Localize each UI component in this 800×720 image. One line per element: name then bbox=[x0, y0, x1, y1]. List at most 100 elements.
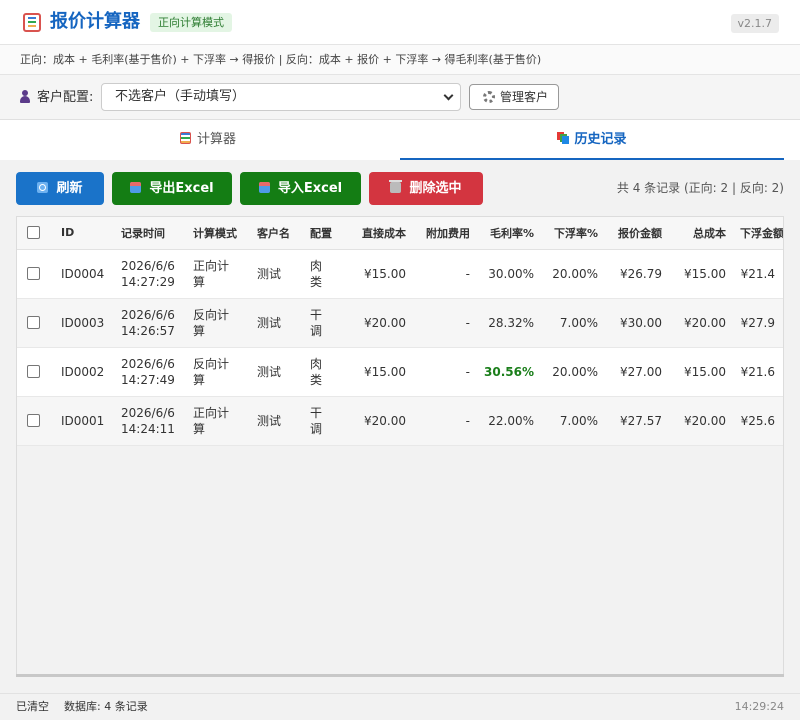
column-header[interactable]: 附加费用 bbox=[416, 217, 480, 250]
row-select-cell bbox=[17, 298, 57, 347]
cell-config-text: 干调 bbox=[310, 307, 323, 338]
chevron-down-icon bbox=[443, 90, 454, 101]
column-header[interactable]: 下浮率% bbox=[544, 217, 608, 250]
import-excel-button[interactable]: 导入Excel bbox=[240, 172, 361, 205]
export-label: 导出Excel bbox=[149, 181, 214, 196]
cell-time: 2026/6/6 14:27:49 bbox=[117, 347, 189, 396]
row-checkbox[interactable] bbox=[27, 365, 40, 378]
cell-config: 肉类 bbox=[306, 347, 348, 396]
column-header[interactable]: 配置 bbox=[306, 217, 348, 250]
version-badge: v2.1.7 bbox=[730, 14, 779, 33]
cell-id: ID0002 bbox=[61, 364, 105, 379]
cell-config-text: 肉类 bbox=[310, 258, 323, 289]
customer-select-value: 不选客户（手动填写） bbox=[115, 89, 246, 104]
status-message: 已清空 bbox=[16, 700, 49, 713]
cell-date: 2026/6/6 bbox=[121, 258, 175, 273]
cell-date: 2026/6/6 bbox=[121, 356, 175, 371]
calculator-icon bbox=[23, 13, 41, 32]
cell-discount-amount: ¥25.6 bbox=[740, 413, 775, 428]
column-header[interactable]: 下浮金额 bbox=[736, 217, 783, 250]
cell-extra: - bbox=[465, 266, 470, 281]
status-clock: 14:29:24 bbox=[734, 700, 784, 713]
cell-config: 干调 bbox=[306, 298, 348, 347]
column-header[interactable]: 客户名 bbox=[253, 217, 306, 250]
export-icon bbox=[130, 182, 142, 193]
cell-direct-cost: ¥15.00 bbox=[364, 364, 406, 379]
refresh-button[interactable]: 刷新 bbox=[16, 172, 104, 205]
cell-id: ID0001 bbox=[61, 413, 105, 428]
horizontal-scrollbar[interactable] bbox=[16, 674, 784, 677]
column-header[interactable]: 毛利率% bbox=[480, 217, 544, 250]
cell-quote: ¥27.57 bbox=[620, 413, 662, 428]
cell-quote: ¥27.00 bbox=[620, 364, 662, 379]
calculator-icon bbox=[179, 132, 191, 144]
user-icon bbox=[19, 90, 31, 104]
table-row[interactable]: ID0002 2026/6/6 14:27:49 反向计算 测试 肉类 ¥15.0… bbox=[17, 347, 783, 396]
column-header[interactable]: 总成本 bbox=[672, 217, 736, 250]
cell-extra: - bbox=[465, 413, 470, 428]
delete-selected-button[interactable]: 删除选中 bbox=[369, 172, 483, 205]
cell-config-text: 干调 bbox=[310, 405, 323, 436]
cell-margin: 30.56% bbox=[484, 364, 534, 379]
cell-direct-cost: ¥15.00 bbox=[364, 266, 406, 281]
cell-extra: - bbox=[465, 364, 470, 379]
cell-mode: 反向计算 bbox=[189, 347, 253, 396]
select-all-cell bbox=[17, 217, 57, 250]
history-toolbar: 刷新 导出Excel 导入Excel 删除选中 共 4 条记录 (正向: 2 |… bbox=[0, 160, 800, 216]
cell-discount: 20.00% bbox=[552, 364, 598, 379]
cell-customer: 测试 bbox=[257, 413, 282, 428]
column-header[interactable]: 直接成本 bbox=[348, 217, 416, 250]
column-header[interactable]: 计算模式 bbox=[189, 217, 253, 250]
delete-label: 删除选中 bbox=[409, 181, 462, 196]
cell-mode-text: 反向计算 bbox=[193, 307, 230, 338]
cell-config-text: 肉类 bbox=[310, 356, 323, 387]
cell-quote: ¥26.79 bbox=[620, 266, 662, 281]
cell-mode-text: 正向计算 bbox=[193, 405, 230, 436]
column-header[interactable]: 记录时间 bbox=[117, 217, 189, 250]
record-summary: 共 4 条记录 (正向: 2 | 反向: 2) bbox=[616, 181, 784, 195]
select-all-checkbox[interactable] bbox=[27, 226, 40, 240]
customer-bar: 客户配置: 不选客户（手动填写） 管理客户 bbox=[0, 75, 800, 120]
table-header-row: ID 记录时间 计算模式 客户名 配置 直接成本 附加费用 毛利率% 下浮率% … bbox=[17, 217, 783, 250]
cell-id: ID0004 bbox=[61, 266, 105, 281]
row-select-cell bbox=[17, 347, 57, 396]
formula-hint: 正向：成本 + 毛利率(基于售价) + 下浮率 → 得报价 | 反向：成本 + … bbox=[0, 45, 800, 75]
cell-date: 2026/6/6 bbox=[121, 405, 175, 420]
tab-history[interactable]: 历史记录 bbox=[400, 120, 784, 160]
row-checkbox[interactable] bbox=[27, 414, 40, 427]
cell-clock: 14:26:57 bbox=[121, 323, 175, 338]
cell-mode: 反向计算 bbox=[189, 298, 253, 347]
row-checkbox[interactable] bbox=[27, 316, 40, 329]
customer-select[interactable]: 不选客户（手动填写） bbox=[101, 83, 461, 111]
cell-quote: ¥30.00 bbox=[620, 315, 662, 330]
row-checkbox[interactable] bbox=[27, 267, 40, 280]
cell-time: 2026/6/6 14:27:29 bbox=[117, 249, 189, 298]
cell-customer: 测试 bbox=[257, 364, 282, 379]
export-excel-button[interactable]: 导出Excel bbox=[112, 172, 232, 205]
cell-clock: 14:27:29 bbox=[121, 274, 175, 289]
cell-total-cost: ¥20.00 bbox=[684, 315, 726, 330]
table-row[interactable]: ID0003 2026/6/6 14:26:57 反向计算 测试 干调 ¥20.0… bbox=[17, 298, 783, 347]
column-header[interactable]: 报价金额 bbox=[608, 217, 672, 250]
row-select-cell bbox=[17, 396, 57, 445]
status-bar: 已清空 数据库: 4 条记录 14:29:24 bbox=[0, 693, 800, 720]
cell-date: 2026/6/6 bbox=[121, 307, 175, 322]
cell-mode: 正向计算 bbox=[189, 249, 253, 298]
cell-total-cost: ¥15.00 bbox=[684, 266, 726, 281]
customer-label: 客户配置: bbox=[37, 90, 94, 105]
gear-icon bbox=[483, 91, 495, 103]
history-table-container[interactable]: ID 记录时间 计算模式 客户名 配置 直接成本 附加费用 毛利率% 下浮率% … bbox=[16, 216, 784, 676]
cell-discount: 20.00% bbox=[552, 266, 598, 281]
cell-clock: 14:24:11 bbox=[121, 421, 175, 436]
manage-customer-button[interactable]: 管理客户 bbox=[469, 84, 559, 110]
column-header[interactable]: ID bbox=[57, 217, 117, 250]
tab-calculator[interactable]: 计算器 bbox=[16, 120, 400, 160]
cell-mode: 正向计算 bbox=[189, 396, 253, 445]
cell-config: 肉类 bbox=[306, 249, 348, 298]
refresh-label: 刷新 bbox=[56, 181, 83, 196]
cell-total-cost: ¥20.00 bbox=[684, 413, 726, 428]
table-row[interactable]: ID0004 2026/6/6 14:27:29 正向计算 测试 肉类 ¥15.0… bbox=[17, 249, 783, 298]
history-icon bbox=[557, 132, 570, 144]
table-row[interactable]: ID0001 2026/6/6 14:24:11 正向计算 测试 干调 ¥20.0… bbox=[17, 396, 783, 445]
status-db-count: 数据库: 4 条记录 bbox=[64, 700, 148, 713]
